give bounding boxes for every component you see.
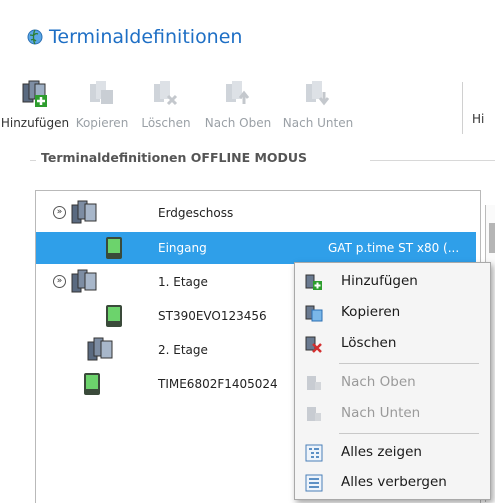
partial-button-label: Hi [472,112,485,126]
tree-row-label: 1. Etage [158,275,208,289]
group-title: Terminaldefinitionen OFFLINE MODUS [37,150,312,165]
copy-button-label: Kopieren [75,116,129,130]
menu-item-move-down[interactable]: Nach Unten [295,399,490,429]
expand-icon[interactable]: » [53,206,66,219]
move-up-icon [226,81,250,104]
partial-toolbar-button[interactable]: Hi [472,78,495,126]
add-terminal-icon [22,80,47,107]
menu-item-label: Nach Unten [341,405,421,421]
menu-item-label: Hinzufügen [341,273,418,289]
move-down-icon [307,407,321,421]
menu-item-label: Alles zeigen [341,444,422,460]
tree-row-label: Eingang [158,241,207,255]
menu-item-delete[interactable]: Löschen [295,329,490,359]
menu-separator [339,363,479,364]
menu-item-show-all[interactable]: Alles zeigen [295,438,490,468]
copy-terminal-icon [90,81,113,104]
move-down-button-label: Nach Unten [282,116,354,130]
tree-row-label: TIME6802F1405024 [158,377,278,391]
globe-icon [27,29,43,45]
tree-row-label: 2. Etage [158,343,208,357]
move-down-icon [306,81,330,106]
move-up-button[interactable]: Nach Oben [200,78,276,130]
terminal-group-icon [71,269,97,293]
terminal-group-icon [71,200,97,224]
partial-button-icon [474,78,494,108]
page-title-text: Terminaldefinitionen [49,26,243,48]
menu-item-label: Alles verbergen [341,474,447,490]
delete-icon [305,336,322,353]
delete-button-label: Löschen [141,116,191,130]
page-title: Terminaldefinitionen [27,26,242,48]
move-down-button[interactable]: Nach Unten [278,78,358,130]
group-line-left [30,160,36,161]
terminal-device-icon [106,305,122,327]
menu-item-label: Löschen [341,335,397,351]
terminal-device-icon [106,237,122,259]
move-up-button-label: Nach Oben [204,116,272,130]
menu-separator [339,433,479,434]
menu-item-add[interactable]: Hinzufügen [295,267,490,297]
tree-row-label: Erdgeschoss [158,206,234,220]
right-panel-scrollbar[interactable] [489,223,495,253]
add-button[interactable]: Hinzufügen [0,78,70,130]
group-line-right [370,160,495,161]
collapse-all-icon [305,474,323,492]
toolbar-separator [462,82,463,134]
menu-item-copy[interactable]: Kopieren [295,298,490,328]
move-up-icon [307,376,321,390]
tree-row-eingang[interactable]: Eingang GAT p.time ST x80 (... [36,232,476,264]
menu-item-label: Kopieren [341,304,401,320]
menu-item-move-up[interactable]: Nach Oben [295,368,490,398]
context-menu: Hinzufügen Kopieren Löschen Nach Oben Na… [294,262,491,500]
menu-item-label: Nach Oben [341,374,416,390]
expand-all-icon [305,444,323,462]
delete-button[interactable]: Löschen [134,78,198,130]
tree-row-label: ST390EVO123456 [158,309,267,323]
copy-button[interactable]: Kopieren [71,78,133,130]
add-icon [305,274,322,290]
menu-item-hide-all[interactable]: Alles verbergen [295,468,490,498]
terminal-group-icon [87,337,113,361]
tree-row-erdgeschoss[interactable]: » Erdgeschoss [36,197,476,229]
terminal-device-icon [84,373,100,395]
tree-row-description: GAT p.time ST x80 (... [328,241,460,255]
expand-icon[interactable]: » [53,275,66,288]
add-button-label: Hinzufügen [0,116,70,130]
copy-icon [305,305,323,322]
delete-terminal-icon [154,81,178,106]
